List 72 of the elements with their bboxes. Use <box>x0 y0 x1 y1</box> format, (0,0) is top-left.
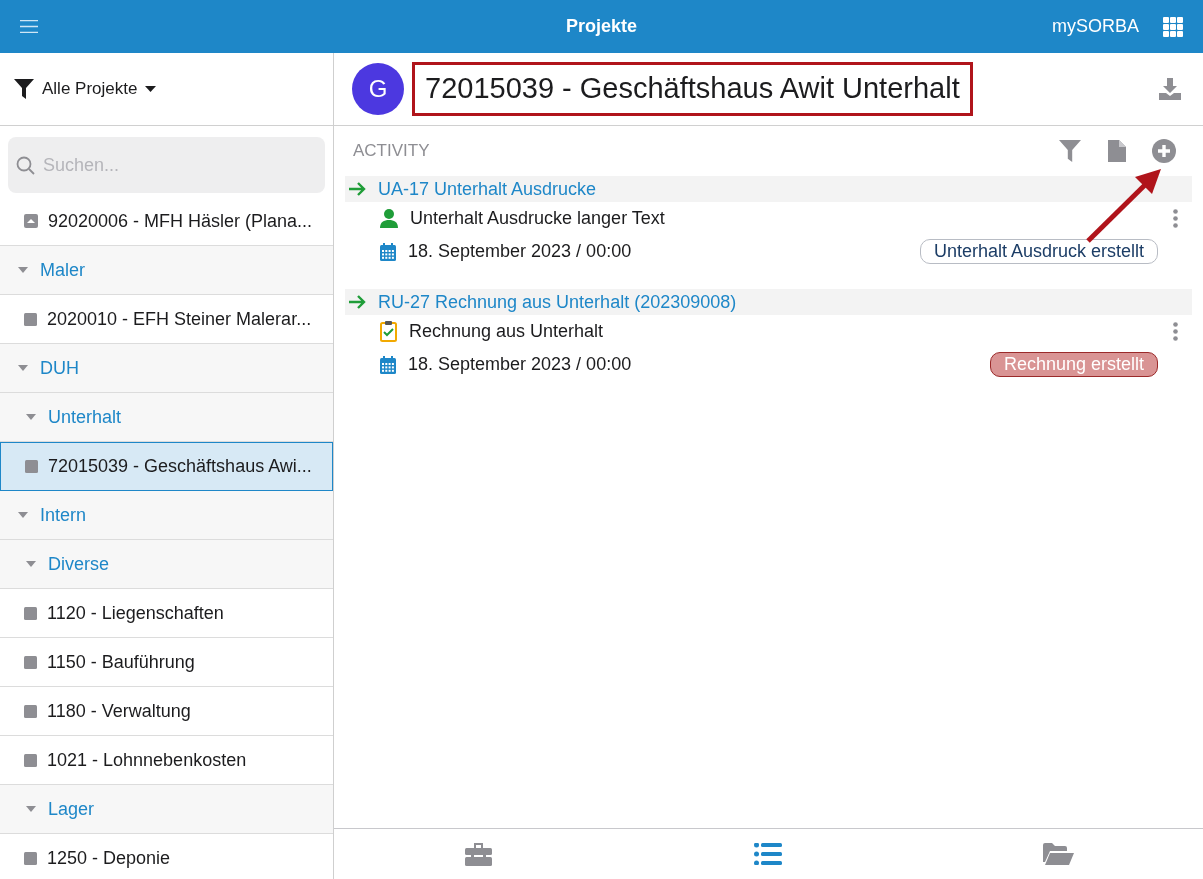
square-icon <box>24 851 37 865</box>
project-row[interactable]: 72015039 - Geschäftshaus Awi... <box>0 442 333 491</box>
calendar-icon <box>380 355 396 374</box>
square-icon <box>24 655 37 669</box>
square-icon <box>24 606 37 620</box>
status-badge: Unterhalt Ausdruck erstellt <box>919 239 1158 264</box>
caret-icon <box>26 414 36 420</box>
more-vertical-icon[interactable] <box>1173 322 1178 341</box>
download-icon[interactable] <box>1159 78 1181 100</box>
section-heading: ACTIVITY <box>353 140 430 163</box>
project-label: 72015039 - Geschäftshaus Awi... <box>48 455 312 478</box>
arrow-right-icon <box>349 295 366 309</box>
folder-icon <box>1042 843 1074 865</box>
project-label: 92020006 - MFH Häsler (Plana... <box>48 209 313 233</box>
filter-icon[interactable] <box>1059 140 1081 162</box>
group-label: Unterhalt <box>48 405 122 429</box>
avatar: G <box>352 63 404 115</box>
project-label: 1180 - Verwaltung <box>47 699 191 723</box>
group-row[interactable]: Maler <box>0 246 333 295</box>
group-row[interactable]: DUH <box>0 344 333 393</box>
more-vertical-icon[interactable] <box>1173 209 1178 228</box>
clipboard-check-icon <box>380 321 397 342</box>
caret-icon <box>18 512 28 518</box>
activity-title: UA-17 Unterhalt Ausdrucke <box>378 177 597 201</box>
project-label: 2020010 - EFH Steiner Malerar... <box>47 307 312 331</box>
search-field[interactable]: Suchen... <box>8 137 325 193</box>
group-row[interactable]: Diverse <box>0 540 333 589</box>
caret-icon <box>26 561 36 567</box>
person-icon <box>380 209 398 228</box>
caret-icon <box>18 365 28 371</box>
account-link[interactable]: mySORBA <box>1052 13 1139 40</box>
filter-dropdown[interactable]: Alle Projekte <box>14 76 157 102</box>
square-icon <box>25 460 38 473</box>
square-icon <box>24 753 37 767</box>
add-circle-icon[interactable] <box>1152 139 1176 163</box>
search-icon <box>16 156 35 175</box>
activity-description: Rechnung aus Unterhalt <box>409 320 604 343</box>
group-label: Lager <box>48 797 95 821</box>
group-label: Diverse <box>48 552 109 576</box>
activity-date: 18. September 2023 / 00:00 <box>408 240 632 263</box>
project-title: 72015039 - Geschäftshaus Awit Unterhalt <box>412 62 973 116</box>
activity-date: 18. September 2023 / 00:00 <box>408 353 632 376</box>
menu-icon[interactable] <box>20 20 38 33</box>
project-label: 1120 - Liegenschaften <box>47 601 224 625</box>
arrow-right-icon <box>349 182 366 196</box>
caret-icon <box>26 806 36 812</box>
activity-header[interactable]: UA-17 Unterhalt Ausdrucke <box>345 176 1192 202</box>
page-title: Projekte <box>566 15 637 38</box>
list-icon <box>754 843 783 865</box>
activity-header[interactable]: RU-27 Rechnung aus Unterhalt (202309008) <box>345 289 1192 315</box>
group-row[interactable]: Lager <box>0 785 333 834</box>
group-label: DUH <box>40 356 79 380</box>
project-label: 1250 - Deponie <box>47 846 171 870</box>
group-row[interactable]: Unterhalt <box>0 393 333 442</box>
group-label: Intern <box>40 503 87 527</box>
caret-icon <box>145 86 157 92</box>
group-row[interactable]: Intern <box>0 491 333 540</box>
activity-title: RU-27 Rechnung aus Unterhalt (202309008) <box>378 290 737 314</box>
project-label: 1021 - Lohnnebenkosten <box>47 748 247 772</box>
activity-description: Unterhalt Ausdrucke langer Text <box>410 207 665 230</box>
caret-icon <box>18 267 28 273</box>
filter-icon <box>14 79 34 99</box>
status-badge: Rechnung erstellt <box>989 352 1158 377</box>
group-label: Maler <box>40 258 85 282</box>
calendar-icon <box>380 242 396 261</box>
toolbox-icon <box>465 842 493 866</box>
apps-grid-icon[interactable] <box>1163 16 1183 37</box>
square-icon <box>24 312 37 326</box>
square-icon <box>24 704 37 718</box>
archive-square-icon <box>24 214 38 228</box>
document-icon[interactable] <box>1108 140 1126 162</box>
project-label: 1150 - Bauführung <box>47 650 195 674</box>
